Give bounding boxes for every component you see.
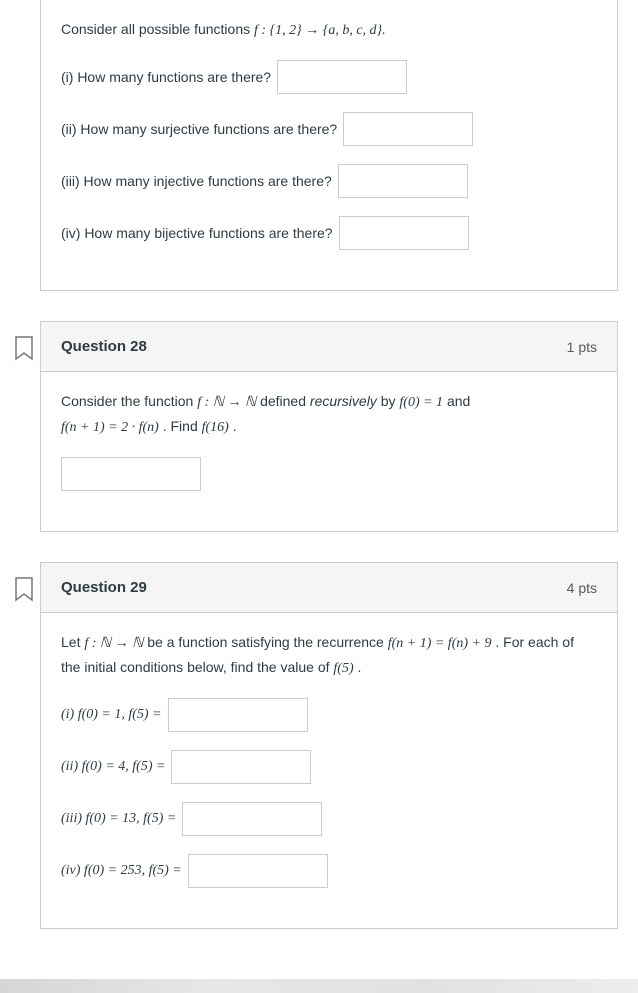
t: Let	[61, 634, 84, 650]
question-body: Consider all possible functions f : {1, …	[41, 0, 617, 290]
question-card-27: Consider all possible functions f : {1, …	[40, 0, 618, 291]
t: and	[447, 393, 470, 409]
t: f(n + 1) = 2 · f(n)	[61, 420, 159, 435]
q29-part-iii: (iii) f(0) = 13, f(5) =	[61, 802, 597, 836]
q27-part-ii: (ii) How many surjective functions are t…	[61, 112, 597, 146]
part-label: (iii) How many injective functions are t…	[61, 170, 332, 192]
answer-input-ii[interactable]	[171, 750, 311, 784]
q27-intro: Consider all possible functions f : {1, …	[61, 18, 597, 42]
part-label: (iii) f(0) = 13, f(5) =	[61, 808, 176, 830]
intro-text: Consider all possible functions	[61, 21, 254, 37]
question-title: Question 29	[61, 579, 147, 596]
question-header: Question 28 1 pts	[41, 322, 617, 372]
question-header: Question 29 4 pts	[41, 563, 617, 613]
question-title: Question 28	[61, 338, 147, 355]
bookmark-icon[interactable]	[13, 336, 35, 362]
t: defined	[260, 393, 310, 409]
part-label: (iv) f(0) = 253, f(5) =	[61, 860, 182, 882]
t: f(5)	[333, 661, 353, 676]
t: recursively	[310, 393, 377, 409]
t: .	[233, 418, 237, 434]
answer-input[interactable]	[61, 457, 201, 491]
question-points: 4 pts	[567, 580, 597, 596]
part-label: (i) How many functions are there?	[61, 66, 271, 88]
part-label: (ii) f(0) = 4, f(5) =	[61, 756, 165, 778]
t: .	[358, 659, 362, 675]
answer-input-iii[interactable]	[338, 164, 468, 198]
q27-part-i: (i) How many functions are there?	[61, 60, 597, 94]
t: Consider the function	[61, 393, 197, 409]
q29-part-iv: (iv) f(0) = 253, f(5) =	[61, 854, 597, 888]
q29-part-ii: (ii) f(0) = 4, f(5) =	[61, 750, 597, 784]
q28-answer-row	[61, 457, 597, 491]
answer-input-ii[interactable]	[343, 112, 473, 146]
footer-strip	[0, 979, 638, 993]
t: f : ℕ → ℕ	[84, 636, 143, 651]
answer-input-iii[interactable]	[182, 802, 322, 836]
q27-part-iii: (iii) How many injective functions are t…	[61, 164, 597, 198]
answer-input-i[interactable]	[277, 60, 407, 94]
part-label: (iv) How many bijective functions are th…	[61, 222, 333, 244]
question-card-28: Question 28 1 pts Consider the function …	[40, 321, 618, 532]
question-body: Let f : ℕ → ℕ be a function satisfying t…	[41, 613, 617, 928]
answer-input-iv[interactable]	[188, 854, 328, 888]
q29-part-i: (i) f(0) = 1, f(5) =	[61, 698, 597, 732]
t: f(0) = 1	[399, 395, 443, 410]
answer-input-iv[interactable]	[339, 216, 469, 250]
t: f(n + 1) = f(n) + 9	[388, 636, 492, 651]
question-points: 1 pts	[567, 339, 597, 355]
t: by	[381, 393, 400, 409]
t: be a function satisfying the recurrence	[147, 634, 387, 650]
intro-math: f : {1, 2} → {a, b, c, d}.	[254, 23, 386, 38]
question-card-29: Question 29 4 pts Let f : ℕ → ℕ be a fun…	[40, 562, 618, 929]
part-label: (ii) How many surjective functions are t…	[61, 118, 337, 140]
t: f(16)	[202, 420, 229, 435]
t: . Find	[163, 418, 202, 434]
bookmark-icon[interactable]	[13, 577, 35, 603]
part-label: (i) f(0) = 1, f(5) =	[61, 704, 162, 726]
t: f : ℕ → ℕ	[197, 395, 256, 410]
q28-intro: Consider the function f : ℕ → ℕ defined …	[61, 390, 597, 439]
q27-part-iv: (iv) How many bijective functions are th…	[61, 216, 597, 250]
answer-input-i[interactable]	[168, 698, 308, 732]
question-body: Consider the function f : ℕ → ℕ defined …	[41, 372, 617, 531]
q29-intro: Let f : ℕ → ℕ be a function satisfying t…	[61, 631, 597, 680]
